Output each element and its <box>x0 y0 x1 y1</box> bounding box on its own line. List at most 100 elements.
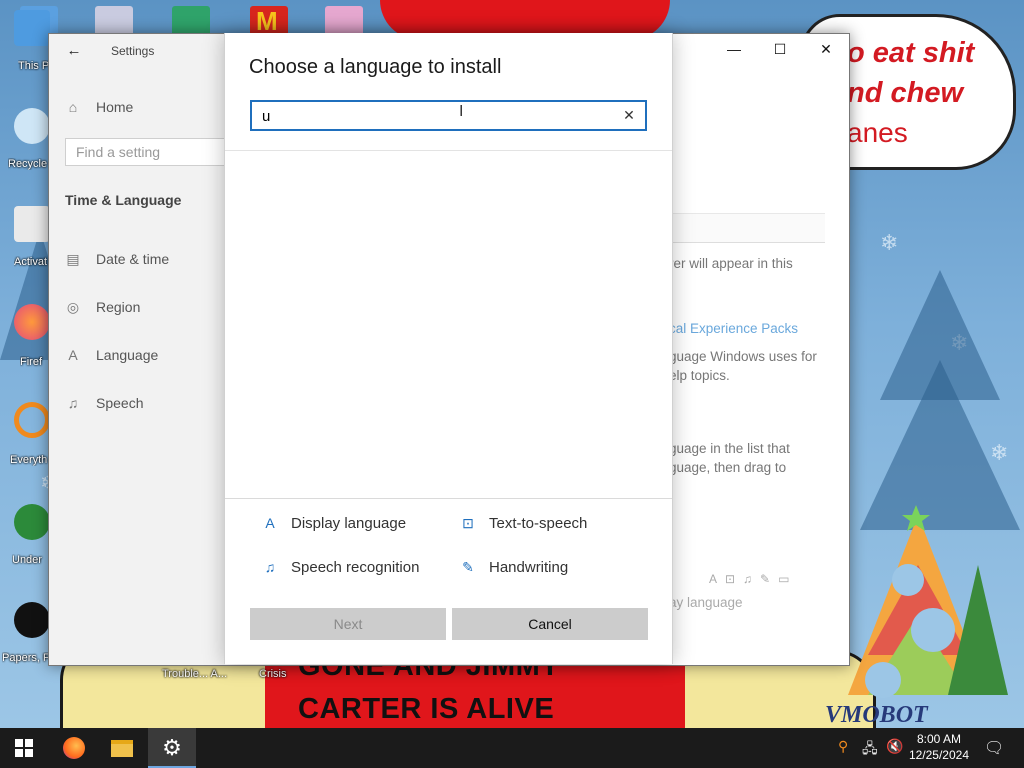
language-search-input[interactable] <box>262 106 602 126</box>
maximize-button[interactable]: ☐ <box>757 34 803 64</box>
christmas-tree-decoration <box>848 505 1008 698</box>
bubble-text-line: nd chew <box>847 77 964 109</box>
firefox-icon <box>63 737 85 759</box>
find-setting-input[interactable]: Find a setting <box>65 138 235 166</box>
close-icon: ✕ <box>820 40 832 57</box>
desktop-icon-label[interactable]: Trouble... A... <box>162 668 227 680</box>
maximize-icon: ☐ <box>773 40 787 57</box>
background-text: elp topics. <box>669 368 730 383</box>
microphone-icon: ♫ <box>67 395 79 411</box>
choose-language-dialog: Choose a language to install ✕ I A Displ… <box>224 33 673 664</box>
clock-date: 12/25/2024 <box>908 748 969 762</box>
file-explorer-icon <box>111 739 133 757</box>
search-tray-icon[interactable]: ⚲ <box>838 738 848 755</box>
sidebar-item-date-time[interactable]: ▤ Date & time <box>64 247 169 271</box>
text-cursor-icon: I <box>459 103 464 120</box>
close-icon: ✕ <box>623 107 635 123</box>
clock-time: 8:00 AM <box>916 732 961 746</box>
desktop-icon-papers[interactable]: Papers, F <box>0 602 50 692</box>
background-text: guage in the list that <box>669 441 790 456</box>
sidebar-item-home[interactable]: ⌂ Home <box>64 95 134 119</box>
divider <box>225 498 672 499</box>
sidebar-item-label: Date & time <box>96 251 170 267</box>
app-icon[interactable] <box>95 6 133 36</box>
settings-sidebar: ← Settings ⌂ Home Find a setting Time & … <box>49 34 235 665</box>
settings-gear-icon: ⚙ <box>162 735 182 760</box>
recycle-bin-icon <box>14 108 50 144</box>
feature-handwriting: ✎ Handwriting <box>459 555 568 579</box>
system-clock[interactable]: 8:00 AM 12/25/2024 <box>909 731 969 763</box>
feature-label: Display language <box>291 514 407 532</box>
next-button[interactable]: Next <box>250 608 446 640</box>
language-icon: A <box>68 347 78 363</box>
language-feature-icons: A⊡♫✎▭ <box>709 572 798 586</box>
sidebar-item-region[interactable]: ◎ Region <box>64 295 140 319</box>
background-text: guage Windows uses for <box>669 349 817 364</box>
minimize-button[interactable]: — <box>711 34 757 64</box>
sidebar-item-label: Speech <box>96 395 144 411</box>
feature-speech-recognition: ♫ Speech recognition <box>261 555 420 579</box>
desktop-icon-recycle[interactable]: Recycle <box>0 108 50 198</box>
taskbar-settings[interactable]: ⚙ <box>148 728 196 768</box>
sidebar-item-language[interactable]: A Language <box>64 343 158 367</box>
notifications-icon[interactable]: 🗨 <box>984 738 1004 758</box>
sidebar-item-label: Language <box>96 347 159 363</box>
desktop-icon-activate[interactable]: Activat <box>0 206 50 296</box>
language-search-box[interactable]: ✕ <box>250 100 647 131</box>
mcdonalds-icon[interactable]: M <box>250 6 288 36</box>
artist-signature: VMOBOT <box>825 702 928 728</box>
papers-please-icon <box>14 602 50 638</box>
minimize-icon: — <box>727 41 741 57</box>
feature-label: Speech recognition <box>291 558 420 576</box>
network-icon[interactable]: 🖧 <box>862 738 878 762</box>
this-pc-icon <box>14 10 50 46</box>
speech-recognition-icon: ♫ <box>264 559 276 575</box>
bubble-text-line: anes <box>847 117 908 148</box>
firefox-icon <box>14 304 50 340</box>
activate-icon <box>14 206 50 242</box>
dialog-title: Choose a language to install <box>249 56 502 78</box>
section-title: Time & Language <box>65 192 182 208</box>
back-button[interactable]: ← <box>63 40 85 62</box>
handwriting-icon: ✎ <box>462 558 474 575</box>
taskbar: ⚙ ⚲ 🖧 🔇 8:00 AM 12/25/2024 🗨 <box>0 728 1024 768</box>
desktop-icon-firefox[interactable]: Firef <box>0 304 50 394</box>
local-experience-packs-link[interactable]: cal Experience Packs <box>669 321 798 336</box>
close-button[interactable]: ✕ <box>803 34 849 64</box>
language-results-list[interactable] <box>225 151 672 498</box>
home-icon: ⌂ <box>68 99 78 115</box>
everything-search-icon <box>14 402 50 438</box>
calendar-clock-icon: ▤ <box>66 250 80 267</box>
feature-label: Text-to-speech <box>489 514 588 532</box>
undertale-icon <box>14 504 50 540</box>
meme-text-line: CARTER IS ALIVE <box>298 693 555 725</box>
taskbar-file-explorer[interactable] <box>98 728 146 768</box>
text-to-speech-icon: ⊡ <box>462 514 474 531</box>
sidebar-item-label: Region <box>96 299 141 315</box>
snowflake-decoration: ❄ <box>880 230 899 255</box>
start-icon <box>15 739 33 757</box>
desktop-icon-this-pc[interactable]: This P <box>0 10 50 100</box>
back-arrow-icon: ← <box>66 42 82 59</box>
background-text: rer will appear in this <box>669 256 793 271</box>
sidebar-item-speech[interactable]: ♫ Speech <box>64 391 144 415</box>
window-controls: — ☐ ✕ <box>711 34 849 64</box>
cancel-button[interactable]: Cancel <box>452 608 648 640</box>
feature-display-language: A Display language <box>261 511 406 535</box>
pony-icon[interactable] <box>325 6 363 36</box>
globe-icon: ◎ <box>66 298 80 315</box>
volume-muted-icon[interactable]: 🔇 <box>886 738 903 755</box>
sidebar-item-label: Home <box>96 99 134 115</box>
desktop-icon-label[interactable]: Crisis <box>259 668 287 680</box>
bubble-text-line: o eat shit <box>847 37 975 69</box>
desktop-icon-everything[interactable]: Everyth <box>0 402 50 492</box>
clear-search-button[interactable]: ✕ <box>619 105 639 125</box>
background-text: ay language <box>669 595 743 610</box>
desktop-icon-undertale[interactable]: Under <box>0 504 50 594</box>
game-icon[interactable] <box>172 6 210 36</box>
start-button[interactable] <box>0 728 48 768</box>
feature-label: Handwriting <box>489 558 569 576</box>
taskbar-firefox[interactable] <box>50 728 98 768</box>
background-dropdown <box>673 213 825 243</box>
app-title: Settings <box>111 44 155 58</box>
